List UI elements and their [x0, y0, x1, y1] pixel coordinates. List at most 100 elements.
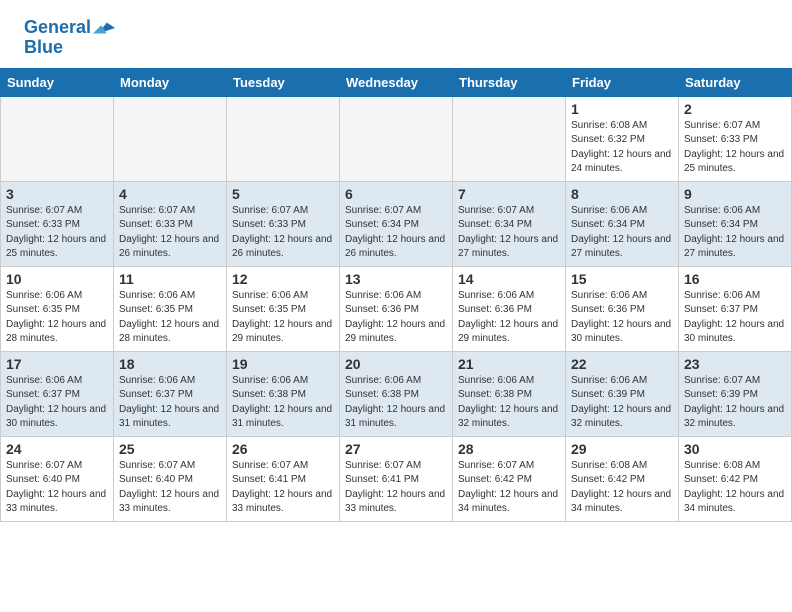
calendar-cell: 29Sunrise: 6:08 AMSunset: 6:42 PMDayligh… [566, 436, 679, 521]
day-number: 18 [119, 356, 221, 372]
calendar-cell: 20 Sunrise: 6:06 AMSunset: 6:38 PMDayligh… [340, 351, 453, 436]
calendar-cell: 28 Sunrise: 6:07 AMSunset: 6:42 PMDayligh… [453, 436, 566, 521]
day-number: 3 [6, 186, 108, 202]
day-info: Sunrise: 6:07 AMSunset: 6:40 PMDaylight:… [6, 459, 108, 517]
week-row-3: 10 Sunrise: 6:06 AMSunset: 6:35 PMDayligh… [1, 266, 792, 351]
col-header-wednesday: Wednesday [340, 68, 453, 96]
calendar-cell: 22 Sunrise: 6:06 AMSunset: 6:39 PMDayligh… [566, 351, 679, 436]
day-info: Sunrise: 6:06 AMSunset: 6:37 PMDaylight:… [6, 374, 108, 432]
day-info: Sunrise: 6:06 AMSunset: 6:34 PMDaylight:… [684, 204, 786, 262]
day-number: 22 [571, 356, 673, 372]
day-number: 20 [345, 356, 447, 372]
day-number: 28 [458, 441, 560, 457]
day-info: Sunrise: 6:07 AMSunset: 6:41 PMDaylight:… [345, 459, 447, 517]
day-info: Sunrise: 6:07 AMSunset: 6:34 PMDaylight:… [345, 204, 447, 262]
day-number: 15 [571, 271, 673, 287]
logo: General Blue [24, 18, 115, 58]
day-number: 19 [232, 356, 334, 372]
calendar-cell: 11 Sunrise: 6:06 AMSunset: 6:35 PMDayligh… [114, 266, 227, 351]
col-header-monday: Monday [114, 68, 227, 96]
day-number: 14 [458, 271, 560, 287]
calendar-cell: 8 Sunrise: 6:06 AMSunset: 6:34 PMDaylight… [566, 181, 679, 266]
day-number: 7 [458, 186, 560, 202]
calendar-cell: 18 Sunrise: 6:06 AMSunset: 6:37 PMDayligh… [114, 351, 227, 436]
calendar-cell [453, 96, 566, 181]
day-number: 13 [345, 271, 447, 287]
calendar-cell: 16 Sunrise: 6:06 AMSunset: 6:37 PMDayligh… [679, 266, 792, 351]
day-number: 27 [345, 441, 447, 457]
header: General Blue [0, 0, 792, 68]
col-header-saturday: Saturday [679, 68, 792, 96]
day-info: Sunrise: 6:06 AMSunset: 6:35 PMDaylight:… [119, 289, 221, 347]
day-number: 11 [119, 271, 221, 287]
calendar-cell: 10 Sunrise: 6:06 AMSunset: 6:35 PMDayligh… [1, 266, 114, 351]
day-info: Sunrise: 6:06 AMSunset: 6:36 PMDaylight:… [571, 289, 673, 347]
day-info: Sunrise: 6:06 AMSunset: 6:37 PMDaylight:… [684, 289, 786, 347]
calendar: SundayMondayTuesdayWednesdayThursdayFrid… [0, 68, 792, 522]
day-info: Sunrise: 6:06 AMSunset: 6:36 PMDaylight:… [345, 289, 447, 347]
day-info: Sunrise: 6:06 AMSunset: 6:39 PMDaylight:… [571, 374, 673, 432]
day-info: Sunrise: 6:06 AMSunset: 6:34 PMDaylight:… [571, 204, 673, 262]
calendar-cell: 23Sunrise: 6:07 AMSunset: 6:39 PMDayligh… [679, 351, 792, 436]
day-number: 16 [684, 271, 786, 287]
day-info: Sunrise: 6:06 AMSunset: 6:38 PMDaylight:… [345, 374, 447, 432]
col-header-tuesday: Tuesday [227, 68, 340, 96]
calendar-cell: 19 Sunrise: 6:06 AMSunset: 6:38 PMDayligh… [227, 351, 340, 436]
calendar-cell [1, 96, 114, 181]
day-number: 12 [232, 271, 334, 287]
calendar-cell: 17Sunrise: 6:06 AMSunset: 6:37 PMDayligh… [1, 351, 114, 436]
week-row-2: 3 Sunrise: 6:07 AMSunset: 6:33 PMDaylight… [1, 181, 792, 266]
day-info: Sunrise: 6:06 AMSunset: 6:38 PMDaylight:… [458, 374, 560, 432]
calendar-cell: 3 Sunrise: 6:07 AMSunset: 6:33 PMDaylight… [1, 181, 114, 266]
calendar-cell: 25Sunrise: 6:07 AMSunset: 6:40 PMDayligh… [114, 436, 227, 521]
day-number: 10 [6, 271, 108, 287]
day-number: 25 [119, 441, 221, 457]
day-number: 30 [684, 441, 786, 457]
calendar-cell: 1Sunrise: 6:08 AMSunset: 6:32 PMDaylight… [566, 96, 679, 181]
calendar-cell: 24 Sunrise: 6:07 AMSunset: 6:40 PMDayligh… [1, 436, 114, 521]
day-number: 26 [232, 441, 334, 457]
week-row-1: 1Sunrise: 6:08 AMSunset: 6:32 PMDaylight… [1, 96, 792, 181]
day-info: Sunrise: 6:08 AMSunset: 6:42 PMDaylight:… [684, 459, 786, 517]
day-number: 2 [684, 101, 786, 117]
day-info: Sunrise: 6:07 AMSunset: 6:33 PMDaylight:… [232, 204, 334, 262]
day-info: Sunrise: 6:06 AMSunset: 6:35 PMDaylight:… [232, 289, 334, 347]
calendar-cell: 9 Sunrise: 6:06 AMSunset: 6:34 PMDaylight… [679, 181, 792, 266]
calendar-cell: 30 Sunrise: 6:08 AMSunset: 6:42 PMDayligh… [679, 436, 792, 521]
calendar-cell: 21 Sunrise: 6:06 AMSunset: 6:38 PMDayligh… [453, 351, 566, 436]
col-header-friday: Friday [566, 68, 679, 96]
calendar-cell: 6 Sunrise: 6:07 AMSunset: 6:34 PMDaylight… [340, 181, 453, 266]
day-info: Sunrise: 6:06 AMSunset: 6:36 PMDaylight:… [458, 289, 560, 347]
day-number: 9 [684, 186, 786, 202]
calendar-cell [227, 96, 340, 181]
day-info: Sunrise: 6:06 AMSunset: 6:37 PMDaylight:… [119, 374, 221, 432]
col-header-thursday: Thursday [453, 68, 566, 96]
day-number: 24 [6, 441, 108, 457]
day-info: Sunrise: 6:07 AMSunset: 6:33 PMDaylight:… [684, 119, 786, 177]
day-info: Sunrise: 6:07 AMSunset: 6:42 PMDaylight:… [458, 459, 560, 517]
calendar-cell: 2 Sunrise: 6:07 AMSunset: 6:33 PMDaylight… [679, 96, 792, 181]
calendar-cell: 5Sunrise: 6:07 AMSunset: 6:33 PMDaylight… [227, 181, 340, 266]
logo-text: General Blue [24, 18, 115, 58]
day-number: 21 [458, 356, 560, 372]
day-info: Sunrise: 6:07 AMSunset: 6:33 PMDaylight:… [6, 204, 108, 262]
day-info: Sunrise: 6:06 AMSunset: 6:35 PMDaylight:… [6, 289, 108, 347]
calendar-cell: 14 Sunrise: 6:06 AMSunset: 6:36 PMDayligh… [453, 266, 566, 351]
calendar-cell: 26 Sunrise: 6:07 AMSunset: 6:41 PMDayligh… [227, 436, 340, 521]
day-info: Sunrise: 6:07 AMSunset: 6:33 PMDaylight:… [119, 204, 221, 262]
calendar-cell [340, 96, 453, 181]
day-number: 8 [571, 186, 673, 202]
calendar-header-row: SundayMondayTuesdayWednesdayThursdayFrid… [1, 68, 792, 96]
day-number: 1 [571, 101, 673, 117]
calendar-cell: 15 Sunrise: 6:06 AMSunset: 6:36 PMDayligh… [566, 266, 679, 351]
calendar-cell: 7 Sunrise: 6:07 AMSunset: 6:34 PMDaylight… [453, 181, 566, 266]
calendar-cell: 13 Sunrise: 6:06 AMSunset: 6:36 PMDayligh… [340, 266, 453, 351]
day-info: Sunrise: 6:07 AMSunset: 6:34 PMDaylight:… [458, 204, 560, 262]
day-info: Sunrise: 6:07 AMSunset: 6:41 PMDaylight:… [232, 459, 334, 517]
week-row-4: 17Sunrise: 6:06 AMSunset: 6:37 PMDayligh… [1, 351, 792, 436]
calendar-cell: 12 Sunrise: 6:06 AMSunset: 6:35 PMDayligh… [227, 266, 340, 351]
day-number: 4 [119, 186, 221, 202]
day-number: 6 [345, 186, 447, 202]
col-header-sunday: Sunday [1, 68, 114, 96]
day-info: Sunrise: 6:06 AMSunset: 6:38 PMDaylight:… [232, 374, 334, 432]
